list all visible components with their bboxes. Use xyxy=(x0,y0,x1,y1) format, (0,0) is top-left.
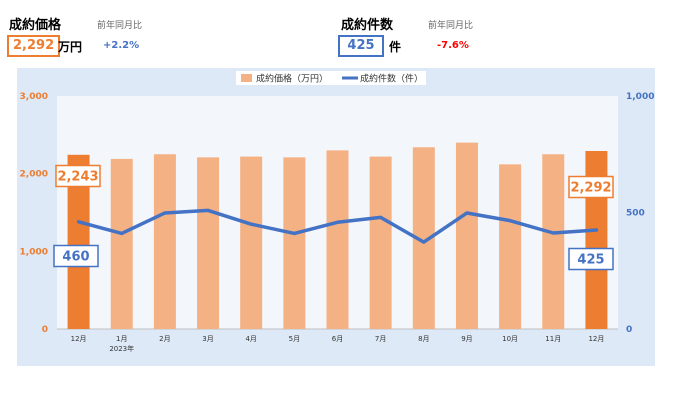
x-tick-label: 10月 xyxy=(502,335,518,343)
line-point xyxy=(292,231,296,235)
callout-last-price: 2,292 xyxy=(570,181,611,196)
y-left-tick-label: 0 xyxy=(42,325,48,335)
combo-chart: 成約価格（万円） 成約件数（件） 0 1,000 2,000 3,000 0 500 1,… xyxy=(17,68,655,366)
x-tick-label: 3月 xyxy=(202,335,213,343)
x-tick-sublabel: 2023年 xyxy=(109,344,134,353)
bar xyxy=(455,142,478,329)
y-left-tick-label: 1,000 xyxy=(20,247,48,257)
y-left-tick-label: 2,000 xyxy=(20,170,48,180)
x-tick-label: 7月 xyxy=(375,335,386,343)
y-right-tick-label: 0 xyxy=(626,325,632,335)
x-tick-label: 11月 xyxy=(545,335,561,343)
x-tick-label: 12月 xyxy=(71,335,87,343)
y-right-tick-label: 1,000 xyxy=(626,92,654,102)
bar xyxy=(197,157,220,329)
callout-first-price: 2,243 xyxy=(57,170,98,185)
callout-last-count: 425 xyxy=(577,253,604,268)
bar xyxy=(110,158,133,329)
bar xyxy=(326,150,349,329)
line-point xyxy=(336,220,339,224)
line-point xyxy=(379,215,383,219)
bar xyxy=(240,156,263,329)
line-point xyxy=(77,220,81,224)
legend-line-label: 成約件数（件） xyxy=(360,73,423,85)
line-point xyxy=(465,211,469,215)
y-right-tick-label: 500 xyxy=(626,209,645,219)
x-tick-label: 12月 xyxy=(588,335,604,343)
bar xyxy=(369,156,392,329)
x-tick-label: 5月 xyxy=(289,335,300,343)
line-point xyxy=(594,228,598,232)
legend-bar-label: 成約価格（万円） xyxy=(256,73,328,85)
x-tick-label: 9月 xyxy=(461,335,472,343)
bar xyxy=(499,164,522,329)
line-point xyxy=(422,240,426,244)
line-point xyxy=(508,219,512,223)
x-tick-label: 8月 xyxy=(418,335,429,343)
bar xyxy=(283,157,306,329)
x-tick-label: 6月 xyxy=(332,335,343,343)
legend: 成約価格（万円） 成約件数（件） xyxy=(236,71,426,85)
x-tick-label: 4月 xyxy=(245,335,256,343)
line-point xyxy=(551,231,555,235)
line-point xyxy=(206,208,210,212)
line-point xyxy=(120,231,124,235)
line-point xyxy=(163,211,167,215)
x-tick-label: 1月 xyxy=(116,335,127,343)
x-tick-label: 2月 xyxy=(159,335,170,343)
bar xyxy=(153,154,176,329)
y-left-tick-label: 3,000 xyxy=(20,92,48,102)
legend-bar-swatch xyxy=(241,74,252,82)
line-point xyxy=(249,222,253,226)
bar xyxy=(542,154,565,329)
callout-first-count: 460 xyxy=(62,250,89,265)
